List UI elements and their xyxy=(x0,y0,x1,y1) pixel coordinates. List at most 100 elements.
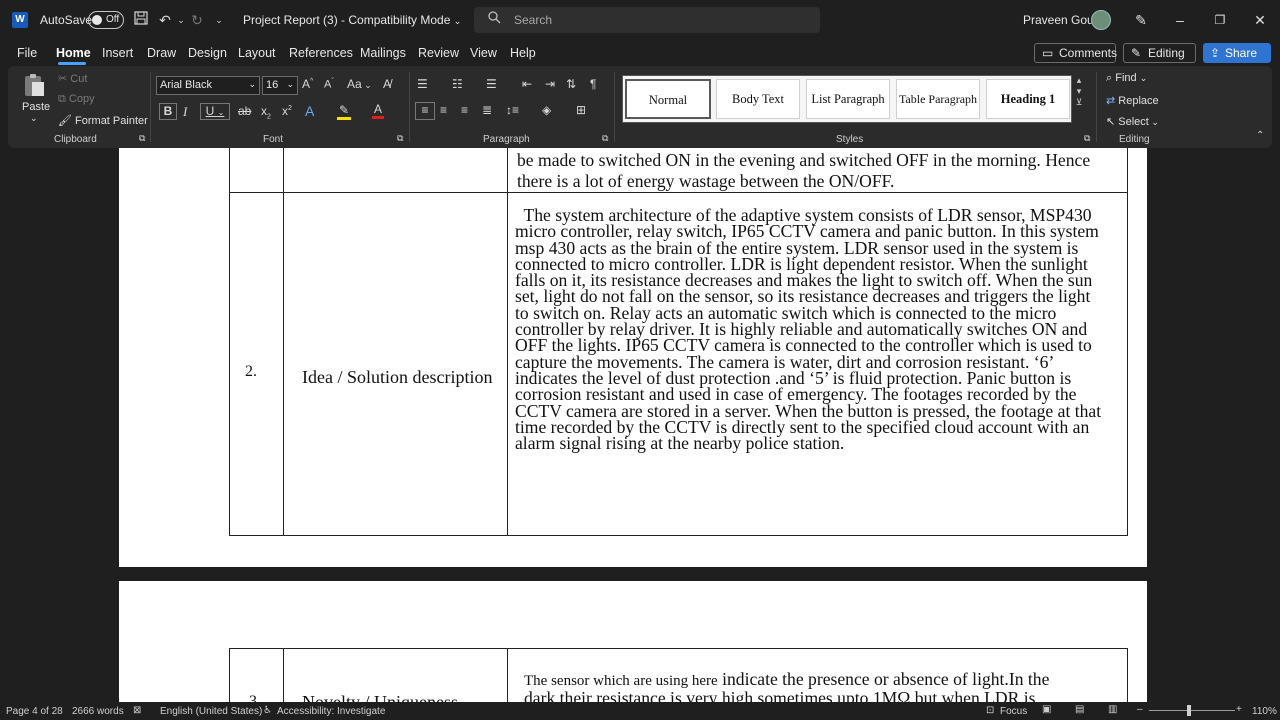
editing-mode-button[interactable]: ✎ Editing ⌄ xyxy=(1123,43,1196,77)
minimize-icon[interactable]: – xyxy=(1170,10,1190,30)
borders-icon[interactable]: ⊞ xyxy=(576,103,586,117)
find-button[interactable]: ⌕ Find ⌄ xyxy=(1106,72,1147,85)
proofing-icon[interactable]: ⊠ xyxy=(133,705,141,716)
autosave-toggle[interactable]: Off xyxy=(88,11,124,29)
format-painter-button[interactable]: 🖌 Format Painter xyxy=(58,114,148,127)
zoom-slider-track[interactable] xyxy=(1149,710,1235,711)
tab-layout[interactable]: Layout xyxy=(238,46,276,60)
group-divider xyxy=(614,72,615,142)
zoom-level[interactable]: 110% xyxy=(1252,706,1277,717)
styles-scroll[interactable]: ▴ ▾ ⊻ xyxy=(1072,75,1086,123)
language[interactable]: English (United States) xyxy=(160,706,262,717)
highlight-icon[interactable]: ✎ xyxy=(337,103,351,120)
zoom-in-icon[interactable]: + xyxy=(1236,704,1242,715)
show-formatting-icon[interactable]: ¶ xyxy=(590,77,596,91)
pen-icon[interactable]: ✎ xyxy=(1131,10,1151,30)
cut-button[interactable]: ✂ Cut xyxy=(58,72,87,85)
avatar[interactable] xyxy=(1091,10,1111,30)
paste-chevron-icon[interactable]: ⌄ xyxy=(30,113,38,124)
decrease-indent-icon[interactable]: ⇤ xyxy=(522,77,532,91)
change-case-button[interactable]: Aa ⌄ xyxy=(347,77,372,91)
novelty-text[interactable]: The sensor which are using here indicate… xyxy=(524,669,1049,690)
focus-icon[interactable]: ⊡ xyxy=(986,705,994,716)
style-table-paragraph[interactable]: Table Paragraph xyxy=(896,79,980,119)
print-layout-icon[interactable]: ▤ xyxy=(1075,704,1084,715)
underline-icon[interactable]: U ⌄ xyxy=(200,103,230,120)
align-right-icon[interactable]: ≡ xyxy=(461,103,468,117)
read-mode-icon[interactable]: ▣ xyxy=(1042,704,1051,715)
clear-formatting-icon[interactable]: A̸ xyxy=(383,77,391,91)
document-title[interactable]: Project Report (3) - Compatibility Mode … xyxy=(243,13,461,27)
save-icon[interactable] xyxy=(132,10,150,30)
increase-indent-icon[interactable]: ⇥ xyxy=(545,77,555,91)
align-left-icon[interactable]: ≡ xyxy=(415,102,435,120)
close-icon[interactable]: ✕ xyxy=(1250,10,1270,30)
shrink-font-icon[interactable]: Aˇ xyxy=(324,78,334,91)
align-center-icon[interactable]: ≡ xyxy=(440,103,447,117)
select-cursor-icon: ↖ xyxy=(1106,116,1116,128)
style-body-text[interactable]: Body Text xyxy=(716,79,800,119)
customize-toolbar-chevron-icon[interactable]: ⌄ xyxy=(210,10,228,30)
tab-mailings[interactable]: Mailings xyxy=(360,46,406,60)
numbering-icon[interactable]: ☷ xyxy=(452,77,463,91)
comments-button[interactable]: ▭ Comments xyxy=(1034,43,1117,63)
tab-view[interactable]: View xyxy=(470,46,497,60)
paste-label[interactable]: Paste xyxy=(22,101,50,113)
superscript-icon[interactable]: x2 xyxy=(282,104,292,118)
italic-icon[interactable]: I xyxy=(183,104,187,120)
tab-file[interactable]: File xyxy=(17,46,37,60)
focus-label[interactable]: Focus xyxy=(1000,706,1027,717)
subscript-icon[interactable]: x2 xyxy=(261,104,271,120)
clipboard-launcher-icon[interactable]: ⧉ xyxy=(139,133,145,144)
tab-help[interactable]: Help xyxy=(510,46,536,60)
strikethrough-icon[interactable]: ab xyxy=(238,104,251,118)
restore-icon[interactable]: ❐ xyxy=(1210,10,1230,30)
page-count[interactable]: Page 4 of 28 xyxy=(6,706,63,717)
gallery-more-icon[interactable]: ⊻ xyxy=(1072,97,1086,108)
style-normal[interactable]: Normal xyxy=(625,79,711,119)
redo-icon[interactable]: ↻ xyxy=(188,10,206,30)
tab-review[interactable]: Review xyxy=(418,46,459,60)
multilevel-list-icon[interactable]: ☰ xyxy=(486,77,497,91)
paste-icon[interactable] xyxy=(22,72,46,98)
tab-draw[interactable]: Draw xyxy=(147,46,176,60)
styles-launcher-icon[interactable]: ⧉ xyxy=(1084,133,1090,144)
style-list-paragraph[interactable]: List Paragraph xyxy=(806,79,890,119)
font-color-icon[interactable]: A xyxy=(372,102,384,119)
zoom-out-icon[interactable]: – xyxy=(1137,704,1143,715)
font-launcher-icon[interactable]: ⧉ xyxy=(397,133,403,144)
previous-row-text[interactable]: be made to switched ON in the evening an… xyxy=(517,151,1132,190)
select-label: Select xyxy=(1118,116,1149,128)
share-button[interactable]: ⇪ Share xyxy=(1203,43,1271,63)
word-count[interactable]: 2666 words xyxy=(72,706,124,717)
gallery-up-icon[interactable]: ▴ xyxy=(1072,75,1086,86)
font-name-input[interactable]: Arial Black ⌄ xyxy=(156,76,260,95)
select-button[interactable]: ↖ Select ⌄ xyxy=(1106,115,1159,128)
solution-description-text[interactable]: The system architecture of the adaptive … xyxy=(515,206,1130,452)
gallery-down-icon[interactable]: ▾ xyxy=(1072,86,1086,97)
bold-icon[interactable]: B xyxy=(159,103,177,120)
text-effects-icon[interactable]: A xyxy=(305,103,314,119)
replace-button[interactable]: ⇄ Replace xyxy=(1106,94,1159,107)
zoom-slider-thumb[interactable] xyxy=(1187,705,1191,716)
search-box[interactable]: Search xyxy=(474,7,820,33)
tab-design[interactable]: Design xyxy=(188,46,227,60)
collapse-ribbon-icon[interactable]: ⌃ xyxy=(1256,130,1264,141)
tab-home[interactable]: Home xyxy=(56,46,91,60)
grow-font-icon[interactable]: A^ xyxy=(302,77,313,91)
user-name[interactable]: Praveen Goud xyxy=(1023,13,1100,27)
tab-insert[interactable]: Insert xyxy=(102,46,133,60)
tab-references[interactable]: References xyxy=(289,46,353,60)
justify-icon[interactable]: ≣ xyxy=(482,103,492,117)
font-size-input[interactable]: 16 ⌄ xyxy=(262,76,298,95)
shading-icon[interactable]: ◈ xyxy=(542,103,551,117)
sort-icon[interactable]: ⇅ xyxy=(566,77,576,91)
replace-label: Replace xyxy=(1118,95,1159,107)
bullets-icon[interactable]: ☰ xyxy=(417,77,428,91)
paragraph-launcher-icon[interactable]: ⧉ xyxy=(602,133,608,144)
accessibility-status[interactable]: Accessibility: Investigate xyxy=(277,706,385,717)
web-layout-icon[interactable]: ▥ xyxy=(1108,704,1117,715)
line-spacing-icon[interactable]: ↕≡ xyxy=(506,103,519,117)
copy-button[interactable]: ⧉ Copy xyxy=(58,93,95,106)
style-heading-1[interactable]: Heading 1 xyxy=(986,79,1070,119)
